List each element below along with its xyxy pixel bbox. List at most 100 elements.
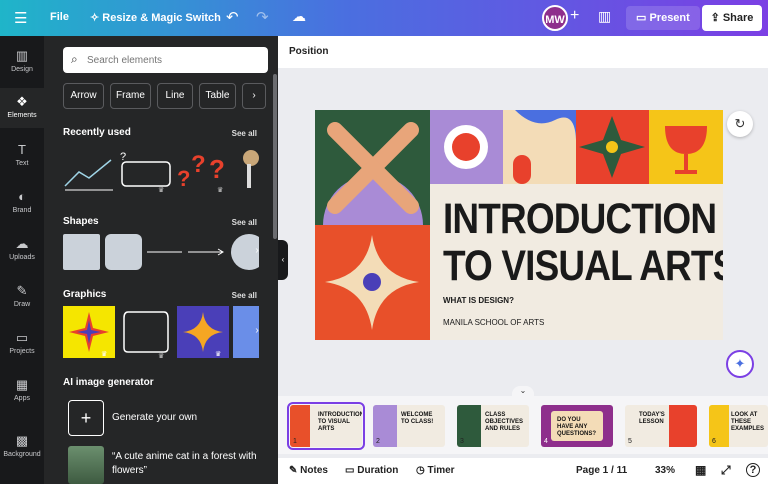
question-marks-graphic[interactable]: ? ? ? ♛ [177,146,233,196]
svg-text:♛: ♛ [158,352,164,358]
share-label: Share [722,12,754,24]
slide-subtitle[interactable]: WHAT IS DESIGN? [443,296,514,305]
help-icon[interactable]: ? [746,463,760,477]
svg-text:?: ? [191,151,206,178]
notes-icon: ✎ [289,465,301,476]
cat-image[interactable] [68,446,104,484]
projects-icon: ▭ [15,330,29,345]
analytics-icon[interactable]: ▥ [598,8,611,25]
svg-text:?: ? [120,151,126,163]
side-rail: ▥ Design ❖ Elements T Text ◐ Brand ☁ Upl… [0,36,44,484]
star-yellow-graphic[interactable]: ♛ [63,306,115,358]
rail-text[interactable]: T Text [0,138,44,176]
rail-brand[interactable]: ◐ Brand [0,185,44,223]
page-thumb-1[interactable]: INTRODUCTION TO VISUAL ARTS 1 [287,402,365,450]
line-shapes[interactable] [144,234,228,270]
slide-canvas[interactable]: INTRODUCTION TO VISUAL ARTS WHAT IS DESI… [315,110,723,340]
rail-design[interactable]: ▥ Design [0,44,44,82]
recently-used-see-all[interactable]: See all [232,129,257,138]
file-menu[interactable]: File [50,11,69,23]
refresh-icon[interactable]: ↻ [727,111,753,137]
frame-outline-graphic[interactable]: ♛ [120,308,172,358]
rail-label: Design [11,66,33,73]
chevron-down-icon[interactable]: ⌄ [512,386,534,396]
page-indicator[interactable]: Page 1 / 11 [576,465,627,476]
page-title: DO YOU HAVE ANY QUESTIONS? [557,417,597,437]
chip-arrow[interactable]: Arrow [63,83,104,109]
redo-icon[interactable]: ↷ [256,8,269,26]
slide-title-line2: TO VISUAL ARTS [443,242,723,290]
slide-title[interactable]: INTRODUCTION TO VISUAL ARTS [443,196,723,290]
grid-view-icon[interactable]: ▦ [695,463,706,477]
slide-school[interactable]: MANILA SCHOOL OF ARTS [443,318,544,327]
chip-line[interactable]: Line [157,83,193,109]
duration-button[interactable]: ▭ Duration [345,465,398,476]
notes-button[interactable]: ✎ Notes [289,465,328,476]
square-shape[interactable] [63,234,100,270]
page-number: 1 [293,438,297,445]
prompt-example[interactable]: “A cute anime cat in a forest with flowe… [112,450,262,478]
fullscreen-icon[interactable]: ⤢ [721,463,731,478]
rail-apps[interactable]: ▦ Apps [0,373,44,411]
position-button[interactable]: Position [289,46,328,57]
page-title: CLASS OBJECTIVES AND RULES [485,412,524,432]
cloud-save-icon[interactable]: ☁ [292,8,306,25]
rail-projects[interactable]: ▭ Projects [0,326,44,364]
chip-frame[interactable]: Frame [110,83,151,109]
duration-label: Duration [357,465,399,476]
text-icon: T [18,142,26,157]
rounded-square-shape[interactable] [105,234,142,270]
rail-background[interactable]: ▩ Background [0,429,44,467]
partial-graphic[interactable] [237,148,259,194]
avatar[interactable]: MW [542,5,568,31]
zoom-level[interactable]: 33% [655,465,675,476]
undo-icon[interactable]: ↶ [226,8,239,26]
add-collaborator-icon[interactable]: + [570,7,579,25]
graphics-next-button[interactable]: › [248,321,266,343]
graphics-see-all[interactable]: See all [232,291,257,300]
graphics-title: Graphics [63,289,107,300]
speech-frame-graphic[interactable]: ? ♛ [118,150,174,194]
svg-text:♛: ♛ [215,350,221,358]
svg-text:?: ? [209,154,225,184]
present-label: Present [649,12,690,24]
star-orange-graphic[interactable]: ♛ [177,306,229,358]
share-button[interactable]: ⇪ Share [702,5,762,31]
magic-sparkle-icon[interactable]: ✦ [726,350,754,378]
chip-table[interactable]: Table [199,83,236,109]
rail-uploads[interactable]: ☁ Uploads [0,232,44,270]
panel-scrollbar[interactable] [273,74,277,239]
page-title: LOOK AT THESE EXAMPLES [731,412,765,432]
share-icon: ⇪ [710,12,723,24]
page-number: 2 [376,438,380,445]
shapes-see-all[interactable]: See all [232,218,257,227]
page-thumb-4[interactable]: DO YOU HAVE ANY QUESTIONS? 4 [541,405,613,447]
page-title: INTRODUCTION TO VISUAL ARTS [318,412,362,432]
line-chart-graphic[interactable] [63,150,115,194]
page-thumb-6[interactable]: LOOK AT THESE EXAMPLES 6 [709,405,768,447]
generate-label[interactable]: Generate your own [112,412,197,423]
rail-label: Elements [7,112,37,119]
menu-icon[interactable]: ☰ [14,9,27,27]
timer-button[interactable]: ◷ Timer [416,465,455,476]
search-input[interactable] [87,51,257,69]
search-box[interactable]: ⌕ [63,47,268,73]
rail-label: Brand [12,207,32,214]
ai-generator-title: AI image generator [63,377,154,388]
notes-label: Notes [300,465,328,476]
elements-icon: ❖ [16,94,28,109]
brand-icon: ◐ [18,189,26,204]
rail-label: Draw [13,301,31,308]
generate-button[interactable]: + [68,400,104,436]
page-thumb-2[interactable]: WELCOME TO CLASS! 2 [373,405,445,447]
rail-label: Background [3,451,41,458]
rail-draw[interactable]: ✎ Draw [0,279,44,317]
page-thumb-3[interactable]: CLASS OBJECTIVES AND RULES 3 [457,405,529,447]
resize-magic-switch-button[interactable]: ✧ Resize & Magic Switch [90,11,221,24]
page-thumb-5[interactable]: TODAY'S LESSON 5 [625,405,697,447]
shapes-next-button[interactable]: › [248,241,266,263]
rail-elements[interactable]: ❖ Elements [0,88,44,128]
collapse-panel-button[interactable]: ‹ [278,240,288,280]
chips-next-button[interactable]: › [242,83,266,109]
present-button[interactable]: ▭ Present [626,6,700,30]
